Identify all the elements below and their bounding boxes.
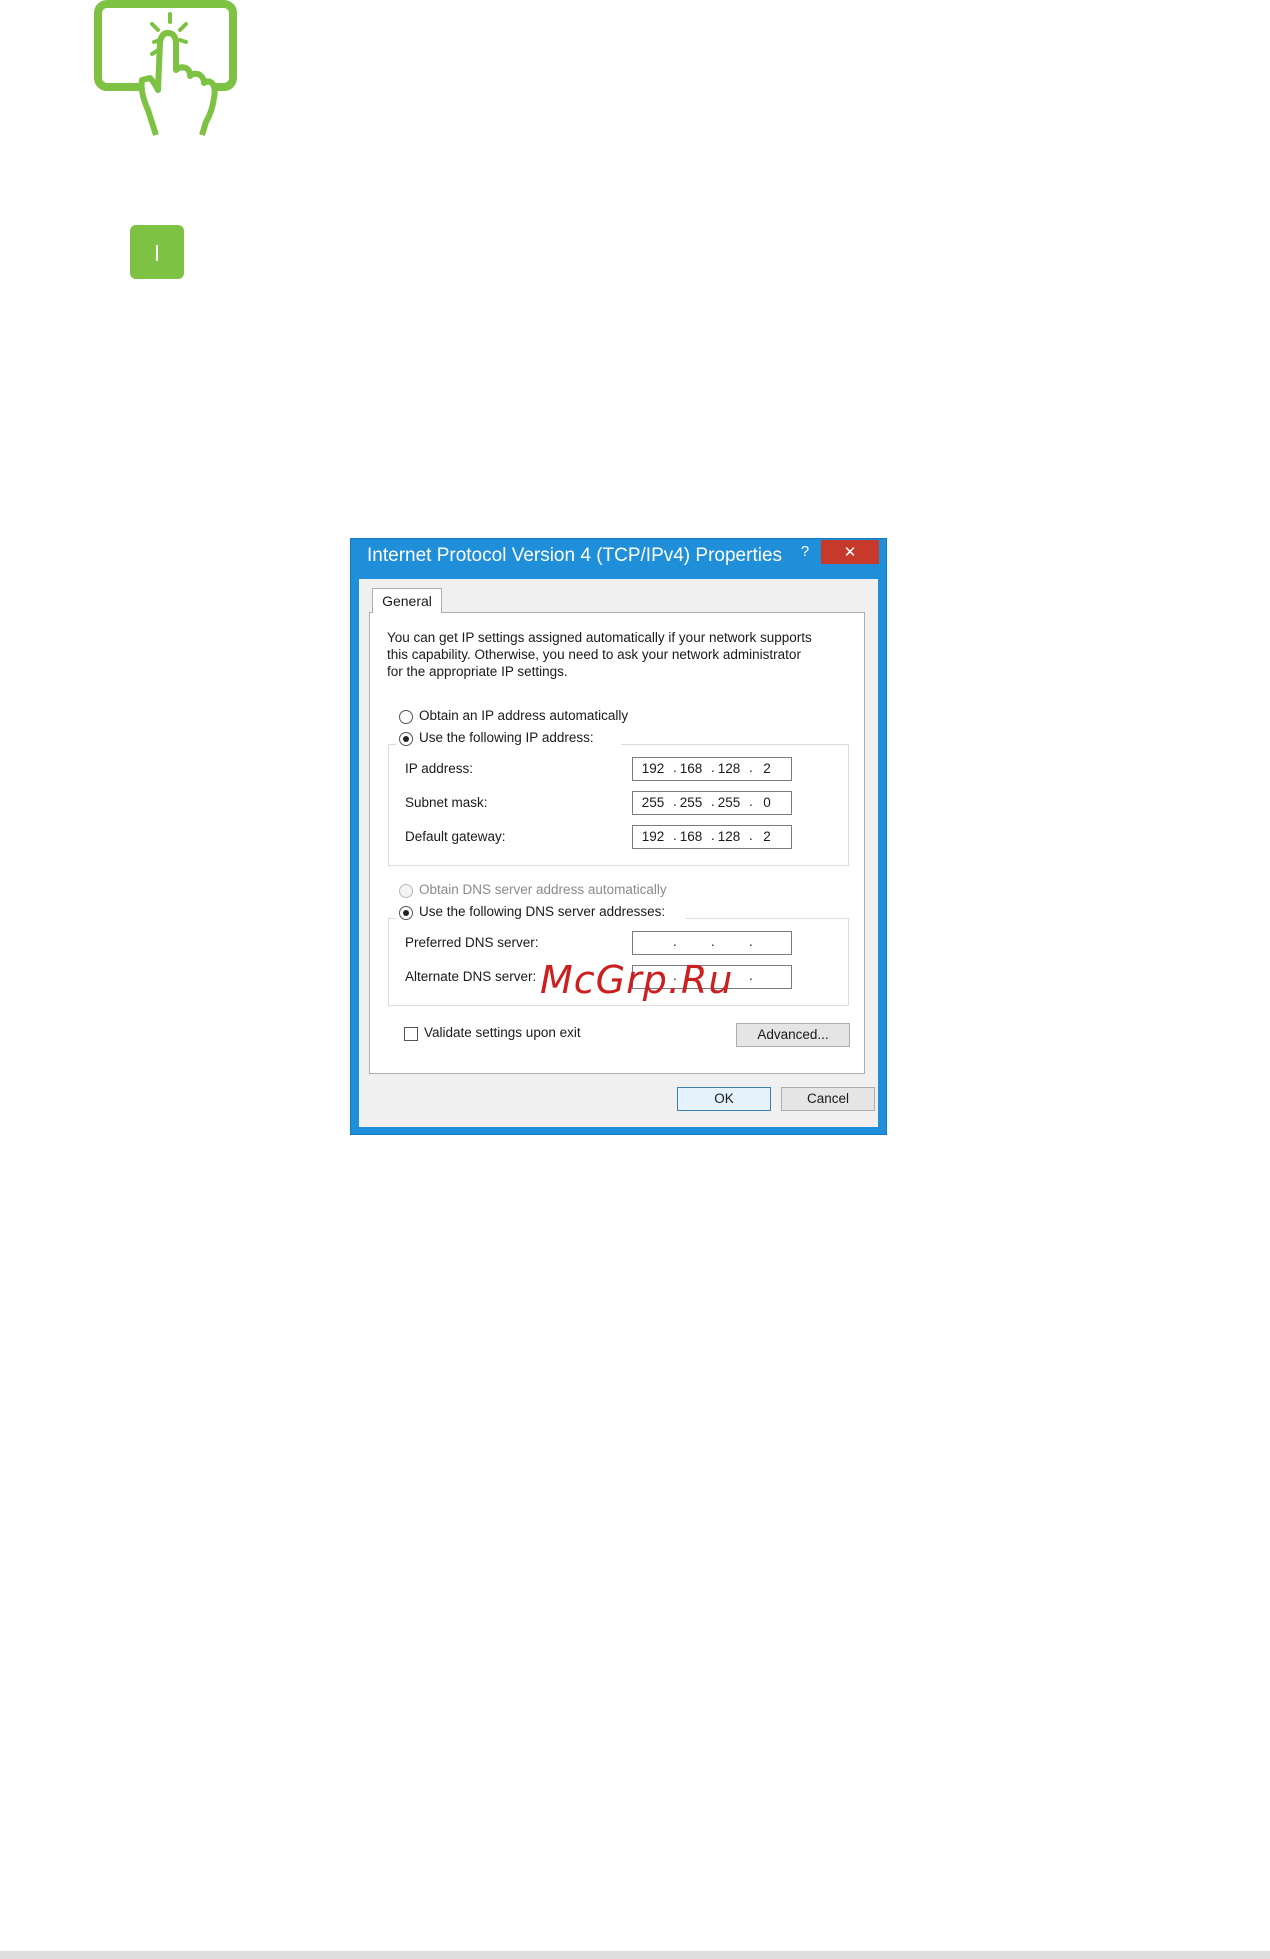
dns-manual-radio[interactable]: [399, 906, 413, 920]
step-badge: l: [130, 225, 184, 279]
ip-octet-4: 2: [763, 761, 771, 776]
cancel-button[interactable]: Cancel: [781, 1087, 875, 1111]
tcp-ipv4-properties-dialog: Internet Protocol Version 4 (TCP/IPv4) P…: [350, 538, 887, 1135]
gateway-octet-3: 128: [717, 829, 741, 844]
ip-address-label: IP address:: [405, 761, 474, 776]
ip-manual-radio[interactable]: [399, 732, 413, 746]
dialog-client-area: General You can get IP settings assigned…: [359, 579, 878, 1127]
footer-bar: [0, 1951, 1270, 1959]
dialog-title: Internet Protocol Version 4 (TCP/IPv4) P…: [367, 545, 783, 566]
default-gateway-input[interactable]: 192 . 168 . 128 . 2: [632, 825, 792, 849]
advanced-button[interactable]: Advanced...: [736, 1023, 850, 1047]
dns-auto-label[interactable]: Obtain DNS server address automatically: [419, 882, 667, 897]
subnet-mask-label: Subnet mask:: [405, 795, 488, 810]
validate-checkbox[interactable]: [404, 1027, 418, 1041]
mask-octet-2: 255: [679, 795, 703, 810]
ip-octet-1: 192: [641, 761, 665, 776]
tap-gesture-icon: [94, 0, 237, 136]
gateway-octet-1: 192: [641, 829, 665, 844]
tab-general[interactable]: General: [372, 588, 442, 613]
subnet-mask-input[interactable]: 255 . 255 . 255 . 0: [632, 791, 792, 815]
gateway-octet-2: 168: [679, 829, 703, 844]
ip-auto-label[interactable]: Obtain an IP address automatically: [419, 708, 628, 723]
watermark: McGrp.Ru: [540, 958, 734, 1002]
validate-label[interactable]: Validate settings upon exit: [424, 1025, 581, 1040]
default-gateway-label: Default gateway:: [405, 829, 506, 844]
mask-octet-4: 0: [763, 795, 771, 810]
alternate-dns-label: Alternate DNS server:: [405, 969, 537, 984]
ip-auto-radio[interactable]: [399, 710, 413, 724]
mask-octet-3: 255: [717, 795, 741, 810]
ip-manual-label[interactable]: Use the following IP address:: [419, 730, 594, 745]
close-button[interactable]: ✕: [821, 540, 879, 564]
dns-auto-radio[interactable]: [399, 884, 413, 898]
help-button[interactable]: ?: [794, 540, 816, 564]
gateway-octet-4: 2: [763, 829, 771, 844]
preferred-dns-input[interactable]: . . .: [632, 931, 792, 955]
ip-octet-2: 168: [679, 761, 703, 776]
ip-address-input[interactable]: 192 . 168 . 128 . 2: [632, 757, 792, 781]
preferred-dns-label: Preferred DNS server:: [405, 935, 539, 950]
intro-text: You can get IP settings assigned automat…: [387, 630, 812, 679]
general-tab-panel: You can get IP settings assigned automat…: [369, 612, 865, 1074]
mask-octet-1: 255: [641, 795, 665, 810]
ok-button[interactable]: OK: [677, 1087, 771, 1111]
ip-octet-3: 128: [717, 761, 741, 776]
dns-manual-label[interactable]: Use the following DNS server addresses:: [419, 904, 665, 919]
